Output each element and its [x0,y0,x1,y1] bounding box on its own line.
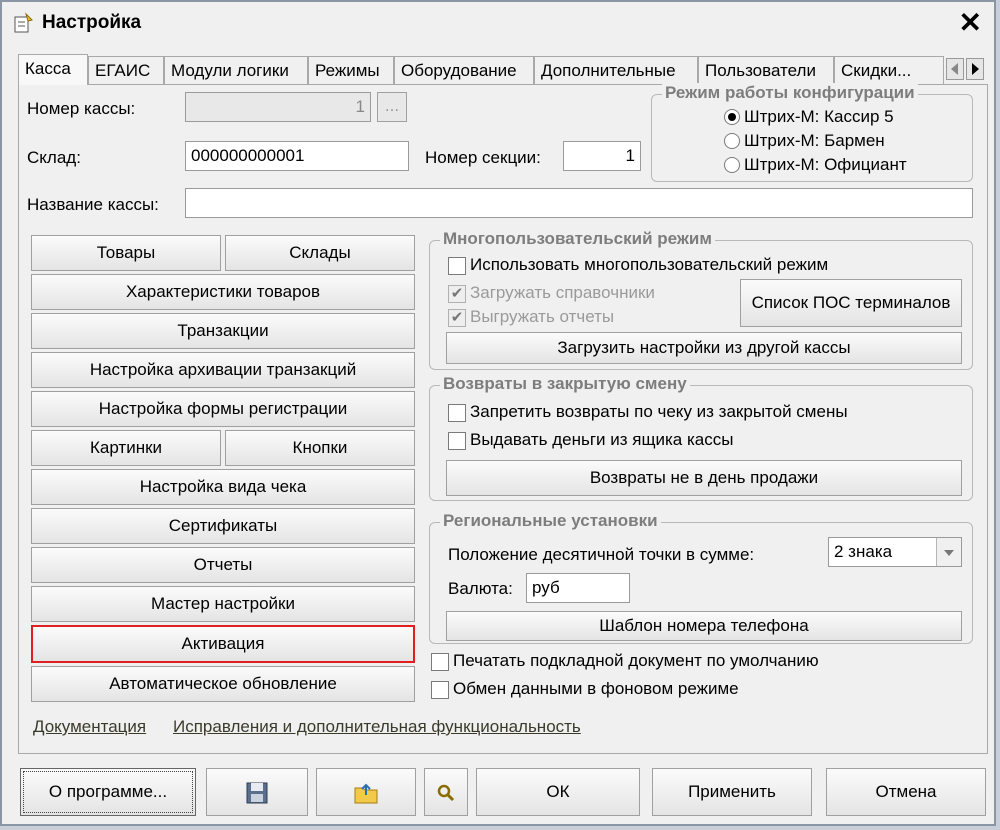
kassa-tab-panel: Номер кассы: 1 ... Склад: 000000000001 Н… [18,83,988,754]
bg-exchange-checkbox[interactable] [431,681,449,699]
unload-reports-checkbox: ✔ [448,309,466,327]
window-title: Настройка [42,12,142,33]
mode-group: Режим работы конфигурации Штрих-М: Касси… [651,83,973,182]
returns-not-sale-day-button[interactable]: Возвраты не в день продажи [446,460,962,496]
returns-group: Возвраты в закрытую смену Запретить возв… [429,374,973,501]
save-button[interactable] [206,768,308,816]
title-bar: Настройка ✕ [2,2,994,44]
arrow-left-icon [951,63,958,75]
dropdown-arrow-icon[interactable] [936,538,961,566]
multiuser-group-title: Многопользовательский режим [440,229,715,249]
tab-additional[interactable]: Дополнительные [534,56,698,84]
search-button[interactable] [424,768,468,816]
load-refs-checkbox: ✔ [448,285,466,303]
mode-radio-barmen[interactable] [724,133,740,149]
registration-form-button[interactable]: Настройка формы регистрации [31,391,415,427]
transactions-button[interactable]: Транзакции [31,313,415,349]
bg-exchange-label: Обмен данными в фоновом режиме [453,679,739,698]
decimal-position-select[interactable]: 2 знака [828,537,962,567]
sklad-label: Склад: [27,148,81,167]
unload-reports-label: Выгружать отчеты [470,307,615,326]
phone-template-button[interactable]: Шаблон номера телефона [446,611,962,641]
fixes-link[interactable]: Исправления и дополнительная функциональ… [173,717,581,737]
goods-characteristics-button[interactable]: Характеристики товаров [31,274,415,310]
tab-strip: Касса ЕГАИС Модули логики Режимы Оборудо… [18,54,988,85]
forbid-returns-checkbox[interactable] [448,404,466,422]
use-multiuser-checkbox[interactable] [448,257,466,275]
print-doc-checkbox[interactable] [431,653,449,671]
kassa-number-browse-button: ... [377,92,407,122]
tab-logic-modules[interactable]: Модули логики [164,56,308,84]
mode-option-barmen: Штрих-М: Бармен [744,131,885,150]
tab-kassa[interactable]: Касса [18,54,88,85]
kassa-name-label: Название кассы: [27,195,159,214]
tab-users[interactable]: Пользователи [698,56,834,84]
auto-update-button[interactable]: Автоматическое обновление [31,666,415,702]
tab-modes[interactable]: Режимы [308,56,394,84]
kassa-name-field[interactable] [185,188,973,218]
mode-group-title: Режим работы конфигурации [662,83,918,103]
apply-button[interactable]: Применить [652,768,812,816]
returns-group-title: Возвраты в закрытую смену [440,374,690,394]
documentation-link[interactable]: Документация [33,717,146,737]
close-icon[interactable]: ✕ [959,6,982,40]
multiuser-group: Многопользовательский режим Использовать… [429,229,973,370]
settings-window: Настройка ✕ Касса ЕГАИС Модули логики Ре… [0,0,996,826]
buttons-button[interactable]: Кнопки [225,430,415,466]
sklad-field[interactable]: 000000000001 [185,141,409,171]
archive-settings-button[interactable]: Настройка архивации транзакций [31,352,415,388]
arrow-right-icon [972,63,979,75]
tab-discounts[interactable]: Скидки... [834,56,944,84]
mode-option-oficiant: Штрих-М: Официант [744,155,907,174]
search-icon [437,784,455,802]
load-settings-button[interactable]: Загрузить настройки из другой кассы [446,332,962,364]
regional-group: Региональные установки Положение десятич… [429,511,973,644]
cash-drawer-checkbox[interactable] [448,432,466,450]
mode-radio-kassir[interactable] [724,109,740,125]
floppy-disk-icon [246,782,268,804]
currency-field[interactable]: руб [526,573,630,603]
print-doc-label: Печатать подкладной документ по умолчани… [453,651,819,670]
kassa-number-field: 1 [185,92,371,122]
load-refs-label: Загружать справочники [470,283,655,302]
tab-equipment[interactable]: Оборудование [394,56,534,84]
certificates-button[interactable]: Сертификаты [31,508,415,544]
decimal-position-value: 2 знака [834,542,893,561]
settings-app-icon [14,12,33,33]
regional-group-title: Региональные установки [440,511,661,531]
tab-scroll-left-button[interactable] [946,58,964,80]
mode-radio-oficiant[interactable] [724,157,740,173]
currency-label: Валюта: [448,579,513,598]
use-multiuser-label: Использовать многопользовательский режим [470,255,829,274]
folder-upload-icon [354,783,378,804]
section-number-field[interactable]: 1 [563,141,641,171]
tab-egais[interactable]: ЕГАИС [88,56,164,84]
goods-button[interactable]: Товары [31,235,221,271]
receipt-view-button[interactable]: Настройка вида чека [31,469,415,505]
section-number-label: Номер секции: [425,148,541,167]
tab-scroll-right-button[interactable] [966,58,984,80]
open-folder-button[interactable] [316,768,416,816]
mode-option-kassir: Штрих-М: Кассир 5 [744,107,894,126]
forbid-returns-label: Запретить возвраты по чеку из закрытой с… [470,402,848,421]
pos-terminals-button[interactable]: Список ПОС терминалов [740,279,962,327]
setup-wizard-button[interactable]: Мастер настройки [31,586,415,622]
kassa-number-label: Номер кассы: [27,99,136,118]
cancel-button[interactable]: Отмена [826,768,986,816]
decimal-position-label: Положение десятичной точки в сумме: [448,545,755,564]
ok-button[interactable]: ОК [476,768,640,816]
about-button[interactable]: О программе... [20,768,196,816]
warehouses-button[interactable]: Склады [225,235,415,271]
reports-button[interactable]: Отчеты [31,547,415,583]
pictures-button[interactable]: Картинки [31,430,221,466]
cash-drawer-label: Выдавать деньги из ящика кассы [470,430,734,449]
activation-button[interactable]: Активация [31,625,415,663]
